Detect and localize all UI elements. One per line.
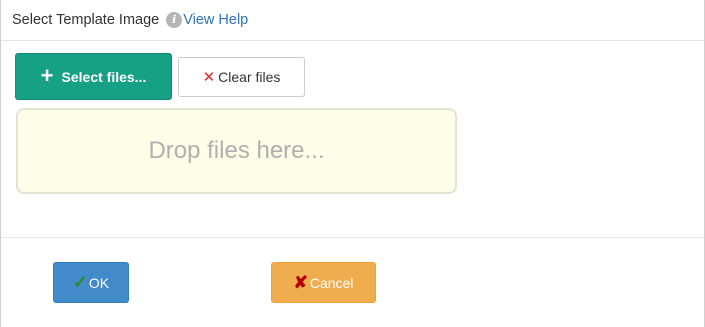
close-icon: ✕ <box>202 69 216 86</box>
clear-files-button[interactable]: ✕ Clear files <box>178 57 305 97</box>
select-files-label: Select files... <box>61 68 147 85</box>
select-template-dialog: Select Template Image i View Help + Sele… <box>0 0 705 327</box>
clear-files-label: Clear files <box>218 69 281 85</box>
dialog-header: Select Template Image i View Help <box>1 0 704 41</box>
cancel-button[interactable]: ✘ Cancel <box>271 262 376 303</box>
check-icon: ✓ <box>72 272 88 292</box>
ok-button[interactable]: ✓ OK <box>53 262 129 303</box>
cancel-x-icon: ✘ <box>293 272 308 292</box>
dropzone-text: Drop files here... <box>148 137 325 164</box>
ok-label: OK <box>88 274 110 291</box>
cancel-label: Cancel <box>309 274 354 291</box>
plus-icon: + <box>40 62 54 88</box>
view-help-link[interactable]: View Help <box>183 12 248 28</box>
select-files-button[interactable]: + Select files... <box>15 53 172 100</box>
dialog-title: Select Template Image <box>12 12 160 28</box>
file-dropzone[interactable]: Drop files here... <box>16 108 457 194</box>
info-icon[interactable]: i <box>166 12 183 28</box>
